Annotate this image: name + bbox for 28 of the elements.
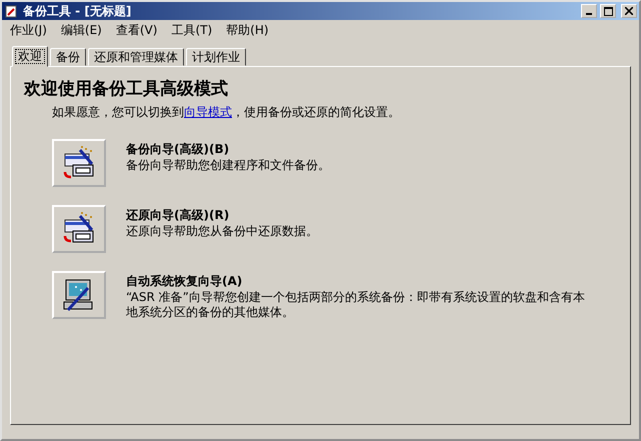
close-icon [625, 7, 633, 15]
intro-text: 如果愿意，您可以切换到向导模式，使用备份或还原的简化设置。 [52, 104, 401, 121]
wizard-description: 备份向导帮助您创建程序和文件备份。 [126, 158, 330, 173]
wizard-title: 还原向导(高级)(R) [126, 207, 230, 224]
menu-item[interactable]: 作业(J) [4, 22, 55, 38]
wizard-button[interactable] [52, 271, 106, 319]
tab[interactable]: 计划作业 [186, 48, 246, 66]
wizard-title: 自动系统恢复向导(A) [126, 273, 244, 290]
menu-item[interactable]: 帮助(H) [220, 22, 277, 38]
menu-item[interactable]: 编辑(E) [54, 22, 110, 38]
wizard-mode-link[interactable]: 向导模式 [184, 105, 232, 119]
maximize-button[interactable] [600, 4, 616, 18]
wizard-description: “ASR 准备”向导帮您创建一个包括两部分的系统备份：即带有系统设置的软盘和含有本地系统分区的备份的其他媒体。 [126, 290, 586, 320]
window-title: 备份工具 - [无标题] [23, 2, 132, 20]
tab[interactable]: 还原和管理媒体 [88, 48, 184, 66]
wizard-button[interactable] [52, 205, 106, 253]
welcome-heading: 欢迎使用备份工具高级模式 [24, 78, 229, 100]
close-button[interactable] [621, 4, 637, 18]
menu-item[interactable]: 查看(V) [110, 22, 166, 38]
tab[interactable]: 欢迎 [12, 46, 48, 67]
wizard-title: 备份向导(高级)(B) [126, 141, 230, 158]
tape-wand-icon [62, 146, 96, 180]
tab[interactable]: 备份 [50, 48, 86, 66]
wizard-button[interactable] [52, 139, 106, 187]
minimize-button[interactable] [581, 4, 597, 18]
menu-item[interactable]: 工具(T) [165, 22, 220, 38]
maximize-icon [604, 6, 612, 16]
wizard-description: 还原向导帮助您从备份中还原数据。 [126, 224, 318, 239]
